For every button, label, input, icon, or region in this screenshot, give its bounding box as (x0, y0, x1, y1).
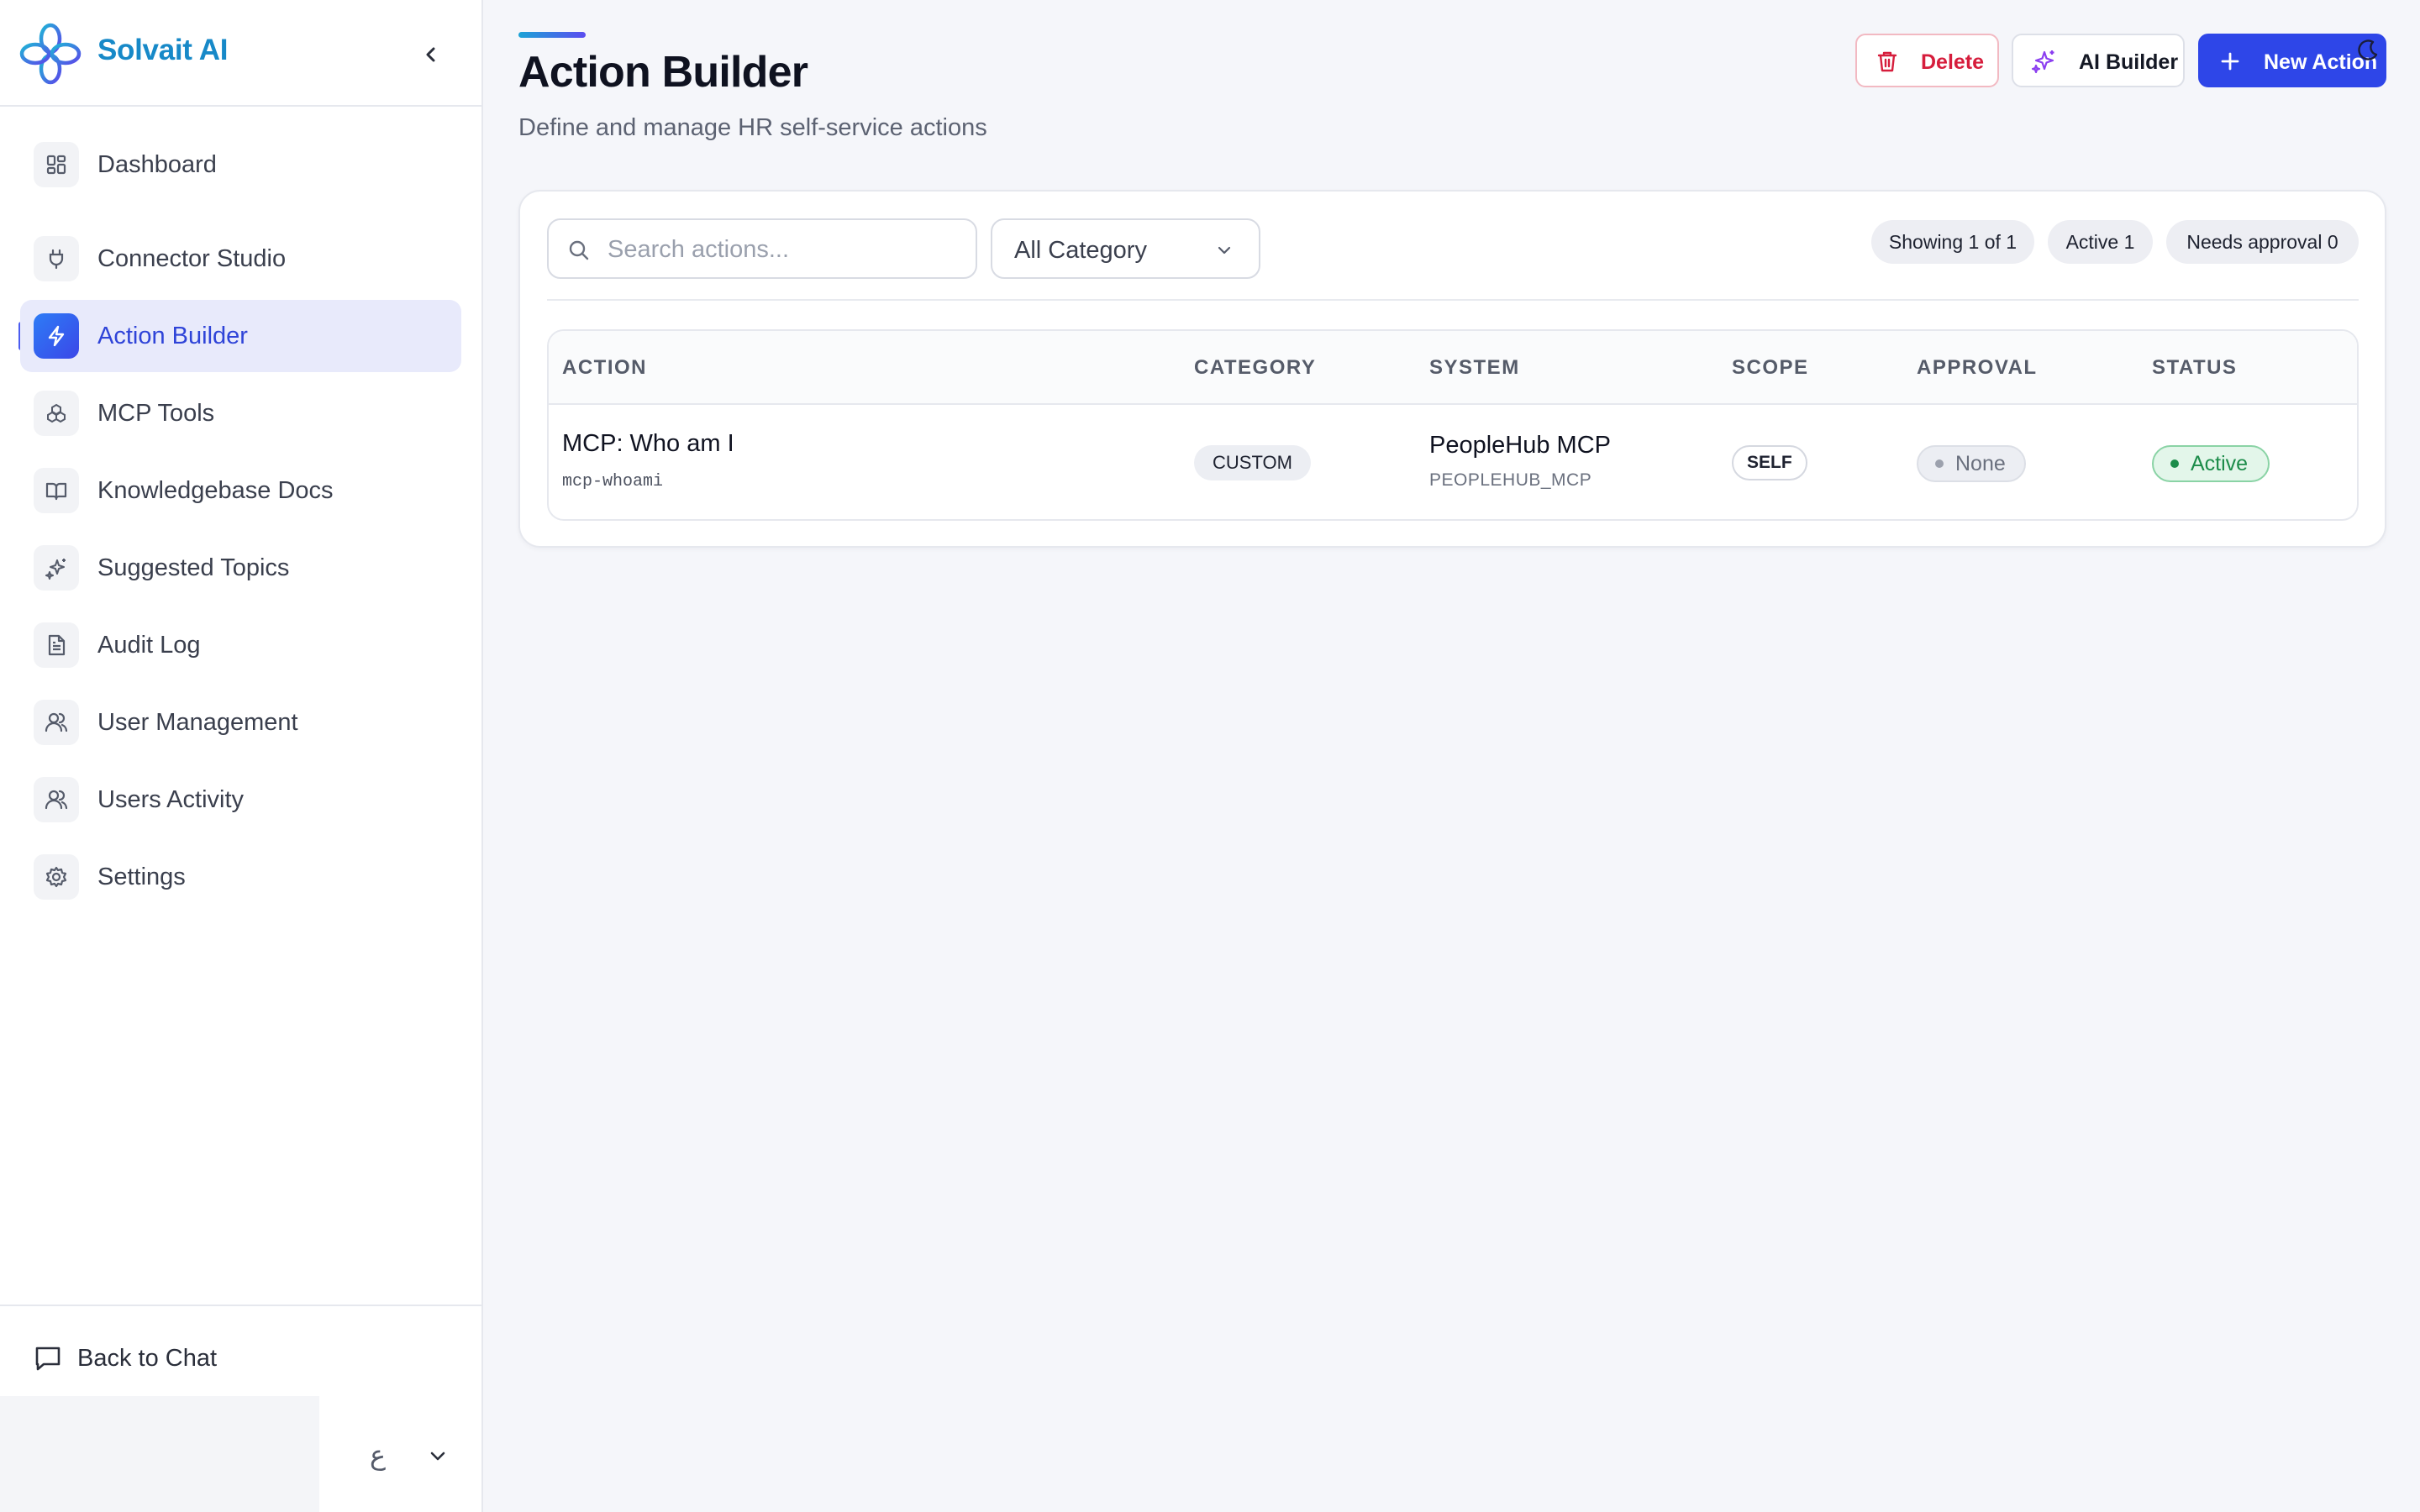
column-header-status[interactable]: STATUS (2152, 356, 2237, 380)
brand-name: Solvait AI (97, 34, 229, 66)
brand-header: Solvait AI (0, 0, 481, 107)
back-to-chat-label: Back to Chat (77, 1344, 218, 1372)
status-badge: Active (2152, 445, 2270, 482)
sidebar-item-label: Settings (97, 864, 186, 890)
showing-count-badge: Showing 1 of 1 (1871, 220, 2034, 264)
actions-table: ACTION CATEGORY SYSTEM SCOPE APPROVAL ST… (547, 329, 2359, 521)
sidebar: Solvait AI Dashboard Connector Studio Ac… (0, 0, 483, 1512)
sidebar-item-mcp-tools[interactable]: MCP Tools (20, 377, 461, 449)
column-header-scope[interactable]: SCOPE (1732, 356, 1809, 380)
back-to-chat-link[interactable]: Back to Chat (34, 1340, 217, 1377)
sparkles-icon (34, 545, 79, 591)
page-subtitle: Define and manage HR self-service action… (518, 114, 987, 141)
gear-icon (34, 854, 79, 900)
status-label: Active (2191, 451, 2249, 475)
sidebar-item-audit-log[interactable]: Audit Log (20, 609, 461, 681)
sidebar-item-label: Action Builder (97, 323, 248, 349)
sidebar-item-connector-studio[interactable]: Connector Studio (20, 223, 461, 295)
action-name: MCP: Who am I (562, 430, 734, 457)
sidebar-item-dashboard[interactable]: Dashboard (20, 129, 461, 201)
active-count-badge: Active 1 (2048, 220, 2153, 264)
language-toggle[interactable]: ع (370, 1439, 386, 1471)
sidebar-item-label: User Management (97, 709, 298, 736)
table-header: ACTION CATEGORY SYSTEM SCOPE APPROVAL ST… (549, 331, 2357, 405)
sidebar-item-label: Knowledgebase Docs (97, 477, 334, 504)
search-input[interactable] (608, 232, 960, 267)
sidebar-footer: Back to Chat ع (0, 1305, 481, 1512)
sidebar-item-suggested-topics[interactable]: Suggested Topics (20, 532, 461, 604)
dashboard-icon (34, 142, 79, 187)
users-icon (34, 700, 79, 745)
chevron-down-icon[interactable] (424, 1443, 451, 1470)
approval-label: None (1955, 451, 2006, 475)
ai-builder-button[interactable]: AI Builder (2012, 34, 2185, 87)
category-select-value: All Category (1014, 237, 1147, 264)
system-key: PEOPLEHUB_MCP (1429, 470, 1592, 490)
page-title: Action Builder (518, 48, 808, 97)
sidebar-item-action-builder[interactable]: Action Builder (20, 300, 461, 372)
approval-badge: None (1917, 445, 2026, 482)
search-icon (569, 240, 589, 260)
sidebar-item-users-activity[interactable]: Users Activity (20, 764, 461, 836)
trash-icon (1874, 48, 1901, 75)
action-key: mcp-whoami (562, 472, 664, 491)
chat-bubble-icon (35, 1347, 60, 1371)
column-header-system[interactable]: SYSTEM (1429, 356, 1520, 380)
column-header-approval[interactable]: APPROVAL (1917, 356, 2038, 380)
plug-icon (34, 236, 79, 281)
column-header-action[interactable]: ACTION (562, 356, 647, 380)
needs-approval-badge: Needs approval 0 (2166, 220, 2359, 264)
footer-panel (0, 1396, 319, 1512)
sidebar-item-label: Connector Studio (97, 245, 287, 272)
status-dot-icon (1935, 459, 1944, 468)
collapse-sidebar-button[interactable] (412, 35, 450, 74)
scope-badge: SELF (1732, 445, 1807, 480)
plus-icon (2217, 48, 2244, 75)
system-name: PeopleHub MCP (1429, 432, 1611, 459)
search-field[interactable] (547, 218, 977, 279)
moon-icon[interactable] (2356, 39, 2380, 62)
delete-button-label: Delete (1921, 50, 1985, 74)
book-icon (34, 468, 79, 513)
title-accent-line (518, 32, 586, 38)
sparkles-icon (2030, 48, 2057, 75)
lightning-icon (34, 313, 79, 359)
sidebar-item-user-management[interactable]: User Management (20, 686, 461, 759)
category-select[interactable]: All Category (991, 218, 1260, 279)
sidebar-item-settings[interactable]: Settings (20, 841, 461, 913)
column-header-category[interactable]: CATEGORY (1194, 356, 1316, 380)
document-icon (34, 622, 79, 668)
status-dot-icon (2170, 459, 2179, 468)
delete-button[interactable]: Delete (1855, 34, 1999, 87)
chevron-down-icon (1218, 246, 1231, 255)
table-row[interactable]: MCP: Who am I mcp-whoami CUSTOM PeopleHu… (549, 405, 2357, 519)
category-badge: CUSTOM (1194, 445, 1311, 480)
sidebar-item-label: Dashboard (97, 151, 217, 178)
sidebar-item-knowledgebase-docs[interactable]: Knowledgebase Docs (20, 454, 461, 527)
cubes-icon (34, 391, 79, 436)
sidebar-item-label: Suggested Topics (97, 554, 290, 581)
sidebar-item-label: Users Activity (97, 786, 245, 813)
chevron-left-icon (426, 47, 435, 62)
sidebar-item-label: Audit Log (97, 632, 201, 659)
flower-logo-icon (19, 23, 82, 85)
sidebar-item-label: MCP Tools (97, 400, 215, 427)
users-icon (34, 777, 79, 822)
actions-card: All Category Showing 1 of 1 Active 1 Nee… (518, 190, 2386, 548)
divider (547, 299, 2359, 301)
ai-builder-button-label: AI Builder (2079, 50, 2179, 74)
